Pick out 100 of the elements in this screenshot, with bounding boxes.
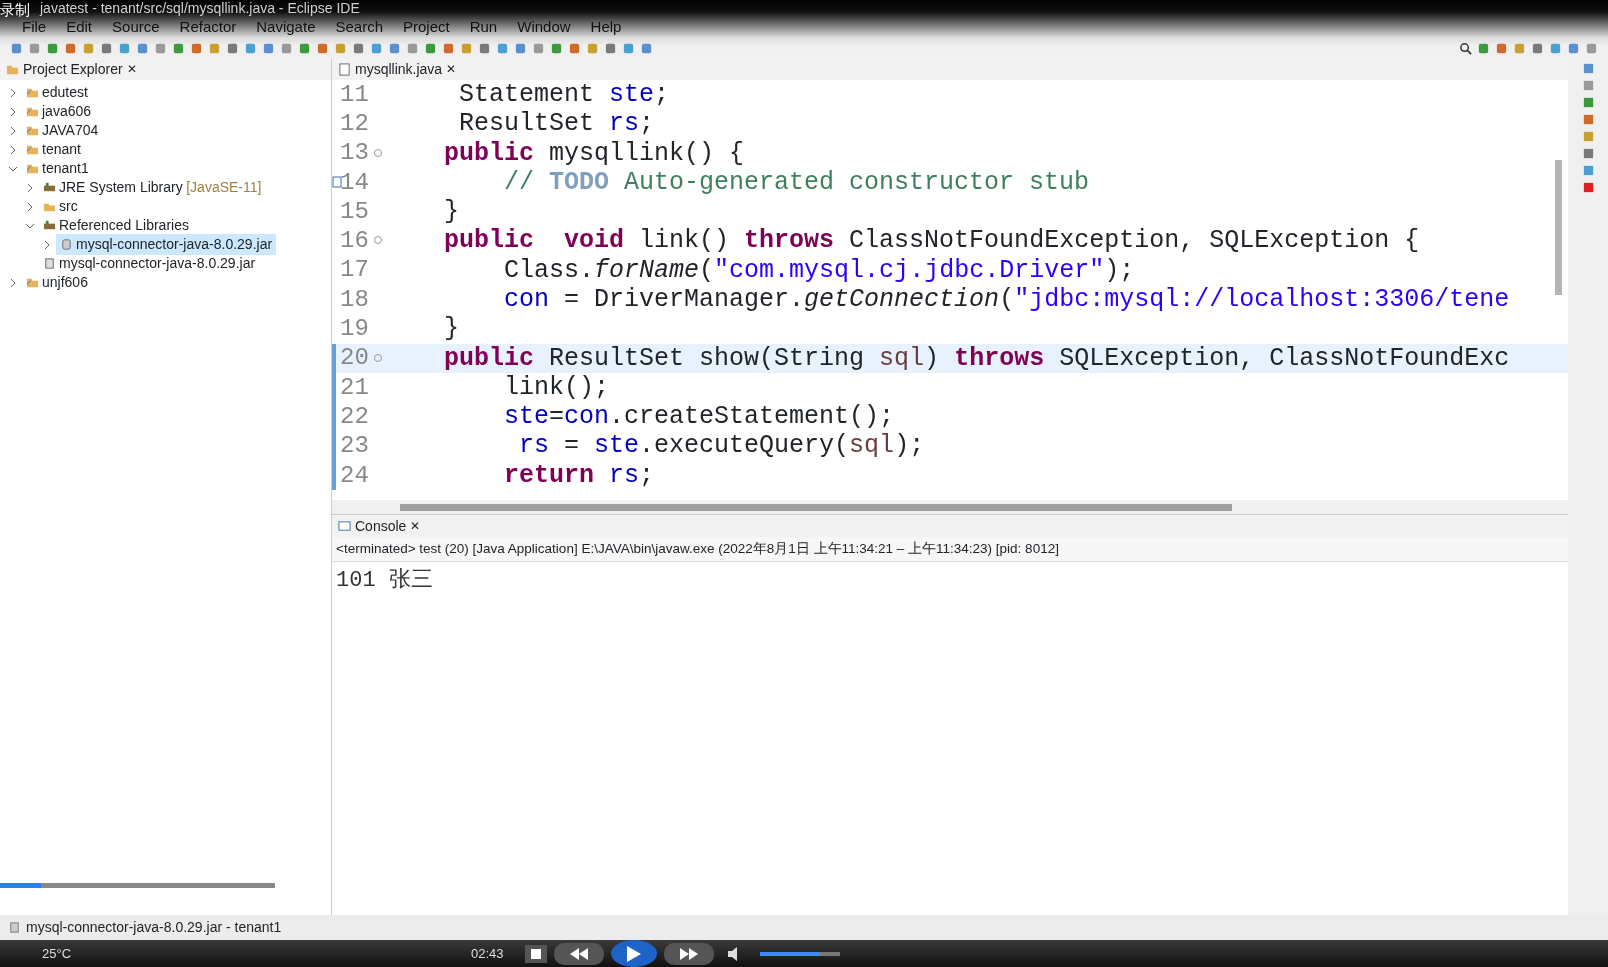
toolbar-icon[interactable]: [1567, 41, 1580, 55]
tree-item[interactable]: java606: [22, 101, 95, 122]
toolbar-icon[interactable]: [532, 41, 545, 55]
chevron-right-icon[interactable]: [8, 144, 18, 155]
scrollbar-thumb[interactable]: [400, 504, 1232, 511]
toolbar-icon[interactable]: [1581, 147, 1595, 160]
toolbar-icon[interactable]: [550, 41, 563, 55]
editor-tab[interactable]: mysqllink.java: [355, 58, 443, 80]
tree-item[interactable]: src: [39, 196, 82, 217]
toolbar-icon[interactable]: [370, 41, 383, 55]
tree-item[interactable]: tenant: [22, 139, 85, 160]
menu-item[interactable]: File: [12, 18, 57, 36]
panel-tab[interactable]: Project Explorer: [23, 58, 123, 80]
tree-item[interactable]: Referenced Libraries: [39, 215, 193, 236]
menu-item[interactable]: Project: [393, 18, 460, 36]
toolbar-icon[interactable]: [640, 41, 653, 55]
toolbar-icon[interactable]: [388, 41, 401, 55]
toolbar-icon[interactable]: [46, 41, 59, 55]
toolbar-icon[interactable]: [244, 41, 257, 55]
tree-item[interactable]: edutest: [22, 82, 92, 103]
chevron-right-icon[interactable]: [25, 182, 35, 193]
toolbar-icon[interactable]: [226, 41, 239, 55]
toolbar-icon[interactable]: [280, 41, 293, 55]
toolbar-icon[interactable]: [262, 41, 275, 55]
tree-item[interactable]: tenant1: [22, 158, 93, 179]
menu-item[interactable]: Source: [102, 18, 170, 36]
chevron-right-icon[interactable]: [8, 277, 18, 288]
toolbar-icon[interactable]: [64, 41, 77, 55]
toolbar-icon[interactable]: [10, 41, 23, 55]
volume-slider[interactable]: [759, 951, 840, 956]
tree-item[interactable]: JRE System Library [JavaSE-11]: [39, 177, 265, 198]
toolbar-icon[interactable]: [298, 41, 311, 55]
forward-button[interactable]: [663, 942, 714, 965]
console-tab[interactable]: Console: [355, 515, 407, 537]
stop-icon: [530, 948, 541, 959]
project-folder-icon: [25, 86, 39, 99]
search-icon[interactable]: [1459, 41, 1472, 55]
toolbar-icon[interactable]: [190, 41, 203, 55]
toolbar-icon[interactable]: [1581, 96, 1595, 109]
chevron-right-icon[interactable]: [42, 239, 52, 250]
toolbar-icon[interactable]: [1581, 62, 1595, 75]
toolbar-icon[interactable]: [424, 41, 437, 55]
toolbar-icon[interactable]: [1495, 41, 1508, 55]
chevron-right-icon[interactable]: [8, 106, 18, 117]
toolbar-icon[interactable]: [208, 41, 221, 55]
toolbar-icon[interactable]: [586, 41, 599, 55]
toolbar-icon[interactable]: [1581, 130, 1595, 143]
toolbar-icon[interactable]: [82, 41, 95, 55]
tree-item[interactable]: mysql-connector-java-8.0.29.jar: [56, 234, 276, 255]
toolbar-icon[interactable]: [28, 41, 41, 55]
chevron-right-icon[interactable]: [8, 87, 18, 98]
toolbar-icon[interactable]: [460, 41, 473, 55]
toolbar-icon[interactable]: [604, 41, 617, 55]
toolbar-icon[interactable]: [172, 41, 185, 55]
toolbar-icon[interactable]: [622, 41, 635, 55]
menu-item[interactable]: Edit: [56, 18, 103, 36]
menu-item[interactable]: Run: [459, 18, 508, 36]
rewind-button[interactable]: [553, 942, 604, 965]
tree-item[interactable]: JAVA704: [22, 120, 102, 141]
menu-item[interactable]: Search: [325, 18, 393, 36]
tree-item[interactable]: unjf606: [22, 272, 92, 293]
play-button[interactable]: [610, 940, 657, 967]
toolbar-icon[interactable]: [334, 41, 347, 55]
line-number: 16: [339, 226, 369, 257]
close-icon[interactable]: ✕: [410, 517, 421, 535]
toolbar-icon[interactable]: [514, 41, 527, 55]
toolbar-icon[interactable]: [496, 41, 509, 55]
console-output: 101 张三: [335, 567, 434, 596]
toolbar-icon[interactable]: [100, 41, 113, 55]
toolbar-icon[interactable]: [1581, 164, 1595, 177]
close-icon[interactable]: ✕: [126, 60, 137, 78]
menu-item[interactable]: Help: [580, 18, 632, 36]
toolbar-icon[interactable]: [316, 41, 329, 55]
toolbar-icon[interactable]: [1513, 41, 1526, 55]
tree-item[interactable]: mysql-connector-java-8.0.29.jar: [39, 253, 259, 274]
toolbar-icon[interactable]: [1477, 41, 1490, 55]
toolbar-icon[interactable]: [568, 41, 581, 55]
toolbar-icon[interactable]: [1581, 79, 1595, 92]
toolbar-icon[interactable]: [1531, 41, 1544, 55]
scrollbar-thumb[interactable]: [1555, 160, 1562, 295]
toolbar-icon[interactable]: [442, 41, 455, 55]
toolbar-icon[interactable]: [478, 41, 491, 55]
project-folder-icon: [25, 105, 39, 118]
chevron-right-icon[interactable]: [25, 201, 35, 212]
close-icon[interactable]: ✕: [446, 60, 457, 78]
toolbar-icon[interactable]: [1581, 113, 1595, 126]
menu-item[interactable]: Window: [507, 18, 581, 36]
toolbar-icon[interactable]: [118, 41, 131, 55]
toolbar-icon[interactable]: [352, 41, 365, 55]
console-icon: [338, 519, 351, 533]
menu-item[interactable]: Navigate: [246, 18, 326, 36]
toolbar-icon[interactable]: [154, 41, 167, 55]
toolbar-icon[interactable]: [1549, 41, 1562, 55]
toolbar-icon[interactable]: [406, 41, 419, 55]
menu-item[interactable]: Refactor: [169, 18, 247, 36]
toolbar-icon[interactable]: [136, 41, 149, 55]
toolbar-icon[interactable]: [1585, 41, 1598, 55]
chevron-right-icon[interactable]: [8, 125, 18, 136]
stop-button[interactable]: [524, 944, 547, 963]
toolbar-icon[interactable]: [1581, 181, 1595, 194]
